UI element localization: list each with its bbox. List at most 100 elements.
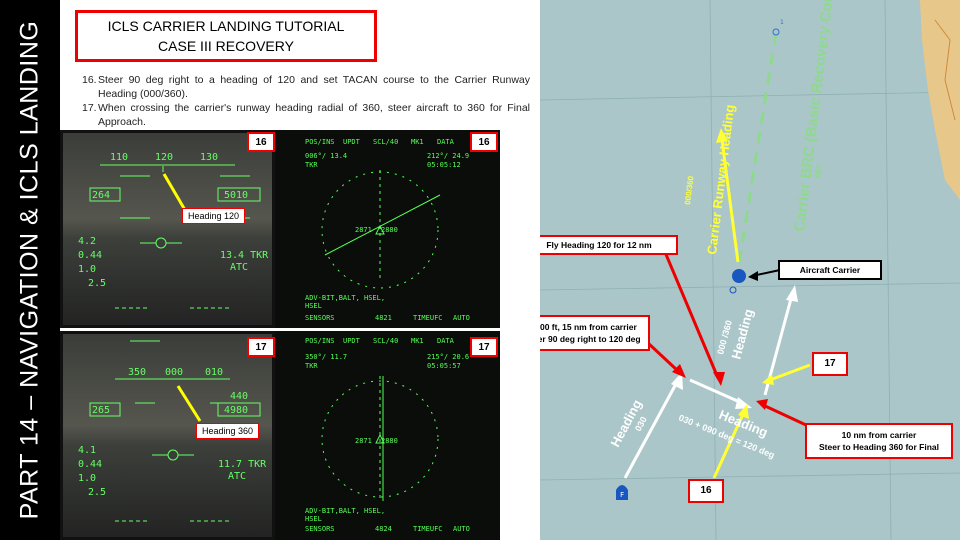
player-aircraft-label: F	[620, 491, 624, 499]
heading-030-arrow	[623, 381, 679, 479]
step-number: 17.	[82, 102, 97, 114]
mfd-top-label: MK1	[411, 337, 424, 345]
map-grid	[540, 0, 960, 540]
g-readout: 1.0	[78, 264, 96, 275]
red-arrow-fly	[663, 251, 720, 379]
red-arrow-turn	[646, 341, 680, 373]
hud-screenshot-step17: 350 000 010 265 440 4980 4.1 0.44 1.0 2.…	[60, 331, 275, 540]
brc-course: 009	[813, 163, 824, 178]
airspeed-readout: 265	[92, 405, 110, 416]
aircraft-carrier-box: Aircraft Carrier	[778, 260, 882, 280]
section-title: PART 14 – NAVIGATION & ICLS LANDING	[15, 20, 44, 520]
mfd-bearing-sub: TKR	[305, 362, 318, 370]
runway-heading-label: Carrier Runway Heading	[704, 104, 737, 256]
instruction-list: 16. Steer 90 deg right to a heading of 1…	[82, 73, 530, 129]
fly-heading-box: Fly Heading 120 for 12 nm	[540, 235, 678, 255]
step-text: Steer 90 deg right to a heading of 120 a…	[98, 74, 530, 100]
instruction-step: 17. When crossing the carrier's runway h…	[82, 101, 530, 129]
instruction-step: 16. Steer 90 deg right to a heading of 1…	[82, 73, 530, 101]
yellow-arrow-17	[769, 363, 811, 382]
tutorial-title-box: ICLS CARRIER LANDING TUTORIAL CASE III R…	[75, 10, 377, 62]
altitude-top-readout: 440	[230, 391, 248, 402]
step-number: 16.	[82, 74, 97, 86]
mfd-bearing-readout: 350°/ 11.7	[305, 353, 347, 361]
hud-screenshot-step16: 110 120 130 264 5010 4.2 0.44 1.0 2.5 13…	[60, 130, 275, 328]
peak-g-readout: 2.5	[88, 278, 106, 289]
brc-label: Carrier BRC (Basic Recovery Course)	[791, 0, 840, 232]
heading-tick: 120	[155, 152, 173, 163]
mfd-top-label: UPDT	[343, 337, 361, 345]
mfd-waypoint-readout: 212°/ 24.9	[427, 152, 469, 160]
turn-point-box: 5,000 ft, 15 nm from carrier Steer 90 de…	[540, 315, 650, 351]
mfd-top-label: POS/INS	[305, 337, 335, 345]
heading-tick: 130	[200, 152, 218, 163]
map-canvas: 1 F Carrier BRC (Basic Recovery Course) …	[540, 0, 960, 540]
brc-line	[734, 31, 778, 283]
range-readout: 13.4 TKR	[220, 250, 269, 261]
waypoint-number: 1	[780, 19, 784, 26]
mfd-top-label: SCL/40	[373, 337, 398, 345]
range-readout: 11.7 TKR	[218, 459, 267, 470]
callout-arrow	[176, 385, 202, 422]
heading-tick: 010	[205, 367, 223, 378]
mfd-display: POS/INS UPDT SCL/40 MK1 DATA 006°/ 13.4 …	[305, 138, 470, 322]
mfd-bearing-sub: TKR	[305, 161, 318, 169]
step-badge: 16	[247, 132, 275, 152]
mfd-bottom-label: AUTO	[453, 314, 470, 322]
heading-tick: 000	[165, 367, 183, 378]
mfd-bottom-label: TIMEUFC	[413, 314, 443, 322]
heading-tick: 350	[128, 367, 146, 378]
step-badge-17: 17	[812, 352, 848, 376]
mfd-top-label: SCL/40	[373, 138, 398, 146]
runway-heading-course: 000/360	[683, 175, 696, 205]
peak-g-readout: 2.5	[88, 487, 106, 498]
step-badge-16: 16	[688, 479, 724, 503]
mfd-top-label: DATA	[437, 138, 455, 146]
mfd-bottom-label: SENSORS	[305, 525, 335, 533]
mfd-bottom-line: ADV-BIT,BALT, HSEL,	[305, 294, 385, 302]
mfd-screenshot-step17: POS/INS UPDT SCL/40 MK1 DATA 350°/ 11.7 …	[275, 331, 500, 540]
mfd-bottom-line: ADV-BIT,BALT, HSEL,	[305, 507, 385, 515]
hud-callout: Heading 120	[182, 208, 246, 224]
coastline	[920, 0, 960, 200]
mfd-waypoint-a: 2871	[355, 226, 372, 234]
heading-tick: 110	[110, 152, 128, 163]
tutorial-title: ICLS CARRIER LANDING TUTORIAL	[107, 18, 345, 34]
heading-120-arrow	[689, 378, 743, 405]
mfd-display: POS/INS UPDT SCL/40 MK1 DATA 350°/ 11.7 …	[305, 337, 470, 533]
mfd-time-readout: 05:05:57	[427, 362, 461, 370]
hud-callout: Heading 360	[196, 423, 260, 439]
alpha-readout: 4.2	[78, 236, 96, 247]
mfd-top-label: POS/INS	[305, 138, 335, 146]
mfd-screenshot-step16: POS/INS UPDT SCL/40 MK1 DATA 006°/ 13.4 …	[275, 130, 500, 328]
mfd-bottom-label: TIMEUFC	[413, 525, 443, 533]
mfd-bottom-label: 4824	[375, 525, 392, 533]
airspeed-readout: 264	[92, 190, 110, 201]
callout-arrow	[162, 173, 187, 211]
navigation-map: 1 F Carrier BRC (Basic Recovery Course) …	[540, 0, 960, 540]
mfd-bottom-sub: HSEL	[305, 302, 322, 310]
hud-symbology: 110 120 130 264 5010 4.2 0.44 1.0 2.5 13…	[60, 130, 275, 328]
red-arrow-final	[762, 403, 807, 427]
mfd-top-label: DATA	[437, 337, 455, 345]
sidebar: PART 14 – NAVIGATION & ICLS LANDING	[0, 0, 60, 540]
mfd-time-readout: 05:05:12	[427, 161, 461, 169]
atc-readout: ATC	[230, 262, 248, 273]
mfd-waypoint-readout: 215°/ 20.6	[427, 353, 469, 361]
mfd-bottom-sub: HSEL	[305, 515, 322, 523]
mfd-bottom-label: 4821	[375, 314, 392, 322]
mfd-bearing-readout: 006°/ 13.4	[305, 152, 347, 160]
step-badge: 17	[470, 337, 498, 357]
step-badge: 17	[247, 337, 275, 357]
step-badge: 16	[470, 132, 498, 152]
mach-readout: 0.44	[78, 459, 102, 470]
mfd-bottom-label: SENSORS	[305, 314, 335, 322]
alpha-readout: 4.1	[78, 445, 96, 456]
aircraft-carrier-icon	[732, 269, 746, 283]
mach-readout: 0.44	[78, 250, 102, 261]
mfd-top-label: UPDT	[343, 138, 361, 146]
mfd-waypoint-a: 2871	[355, 437, 372, 445]
atc-readout: ATC	[228, 471, 246, 482]
altitude-readout: 4980	[224, 405, 248, 416]
g-readout: 1.0	[78, 473, 96, 484]
